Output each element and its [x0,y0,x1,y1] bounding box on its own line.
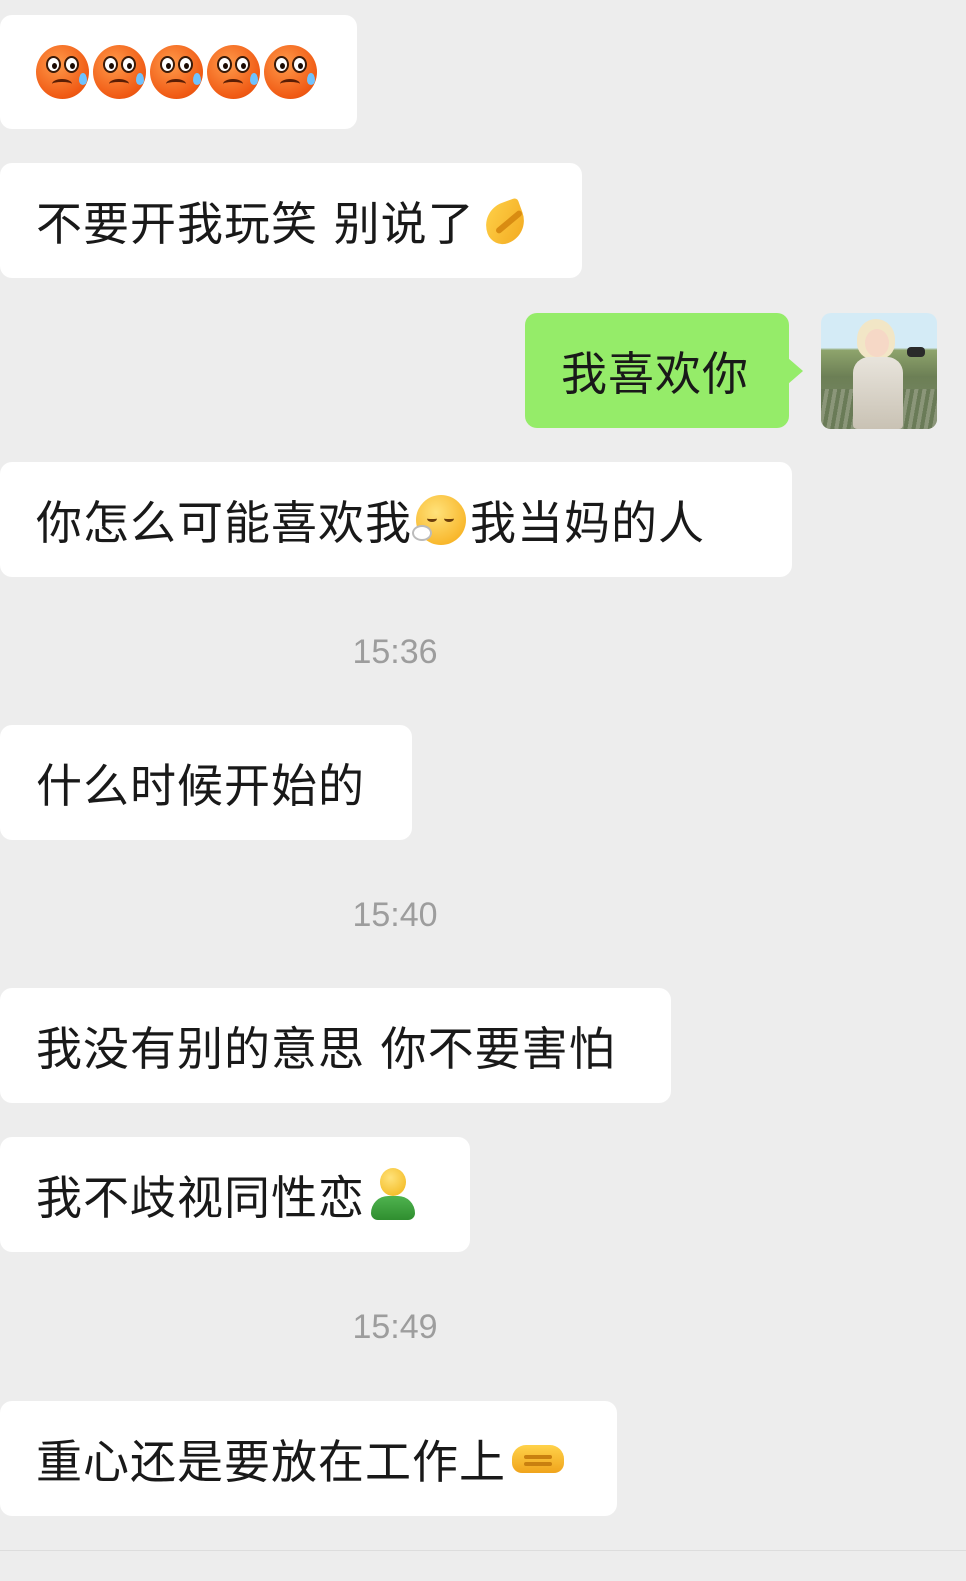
message-text: 重心还是要放在工作上 [36,1434,506,1489]
message-bubble[interactable]: 我没有别的意思 你不要害怕 [0,988,671,1103]
message-text: 什么时候开始的 [36,758,365,813]
message-text: 我喜欢你 [561,346,749,401]
message-bubble[interactable]: 我不歧视同性恋 [0,1137,470,1252]
user-avatar[interactable] [821,313,937,429]
folded-hands-icon [479,197,531,245]
message-text: 我没有别的意思 你不要害怕 [36,1021,616,1076]
timestamp: 15:40 [352,896,438,934]
person-icon [367,1167,419,1222]
crying-face-icon [93,45,146,99]
handshake-icon [510,1437,566,1481]
message-text: 你怎么可能喜欢我 [36,495,412,550]
message-text: 我不歧视同性恋 [36,1170,365,1225]
timestamp: 15:49 [352,1308,438,1346]
crying-face-icon [207,45,260,99]
message-text: 不要开我玩笑 别说了 [36,196,475,251]
message-text: 我当妈的人 [470,495,705,550]
crying-face-icon [36,45,89,99]
crying-face-icon [264,45,317,99]
crying-face-icon [150,45,203,99]
outgoing-message-bubble[interactable]: 我喜欢你 [525,313,803,428]
divider [0,1550,966,1581]
message-bubble[interactable]: 不要开我玩笑 别说了 [0,163,582,278]
message-bubble[interactable]: 什么时候开始的 [0,725,412,840]
chat-area[interactable]: 不要开我玩笑 别说了 我喜欢你 你怎么可能喜欢我 我当妈的人 15:36 什么时… [0,0,966,1581]
message-bubble[interactable]: 重心还是要放在工作上 [0,1401,617,1516]
timestamp: 15:36 [352,633,438,671]
face-exhaling-icon [412,494,466,545]
message-bubble[interactable] [0,15,357,129]
message-bubble[interactable]: 你怎么可能喜欢我 我当妈的人 [0,462,792,577]
